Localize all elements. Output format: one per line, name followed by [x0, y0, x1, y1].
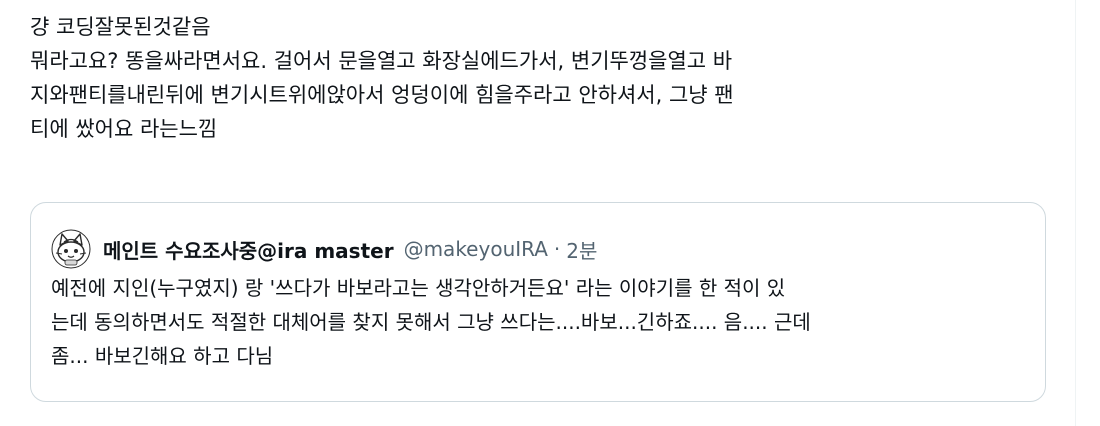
quoted-author-name[interactable]: 메인트 수요조사중@ira master	[103, 235, 394, 264]
quoted-post-header: 메인트 수요조사중@ira master @makeyouIRA · 2분	[51, 229, 597, 269]
quoted-post-timestamp[interactable]: 2분	[566, 235, 597, 264]
post-body: 걍 코딩잘못된것같음 뭐라고요? 똥을싸라면서요. 걸어서 문을열고 화장실에드…	[30, 10, 1050, 146]
quoted-text-line: 예전에 지인(누구였지) 랑 '쓰다가 바보라고는 생각안하거든요' 라는 이야…	[51, 276, 786, 300]
quoted-text-line: 는데 동의하면서도 적절한 대체어를 찾지 못해서 그냥 쓰다는....바보..…	[51, 310, 811, 334]
separator-dot: ·	[553, 237, 561, 261]
quoted-post-card[interactable]: 메인트 수요조사중@ira master @makeyouIRA · 2분 예전…	[30, 202, 1046, 402]
column-divider	[1075, 0, 1076, 426]
quoted-text-line: 좀... 바보긴해요 하고 다님	[51, 344, 274, 368]
post-text-line: 지와팬티를내린뒤에 변기시트위에앉아서 엉덩이에 힘을주라고 안하셔서, 그냥 …	[30, 83, 734, 107]
quoted-post-body: 예전에 지인(누구였지) 랑 '쓰다가 바보라고는 생각안하거든요' 라는 이야…	[51, 271, 1041, 373]
post-text-line: 티에 쌌어요 라는느낌	[30, 117, 218, 141]
post-text-line: 뭐라고요? 똥을싸라면서요. 걸어서 문을열고 화장실에드가서, 변기뚜껑을열고…	[30, 49, 733, 73]
cartoon-cat-avatar-icon[interactable]	[51, 229, 91, 269]
quoted-author-handle[interactable]: @makeyouIRA	[404, 237, 548, 261]
post-text-line: 걍 코딩잘못된것같음	[30, 15, 211, 39]
